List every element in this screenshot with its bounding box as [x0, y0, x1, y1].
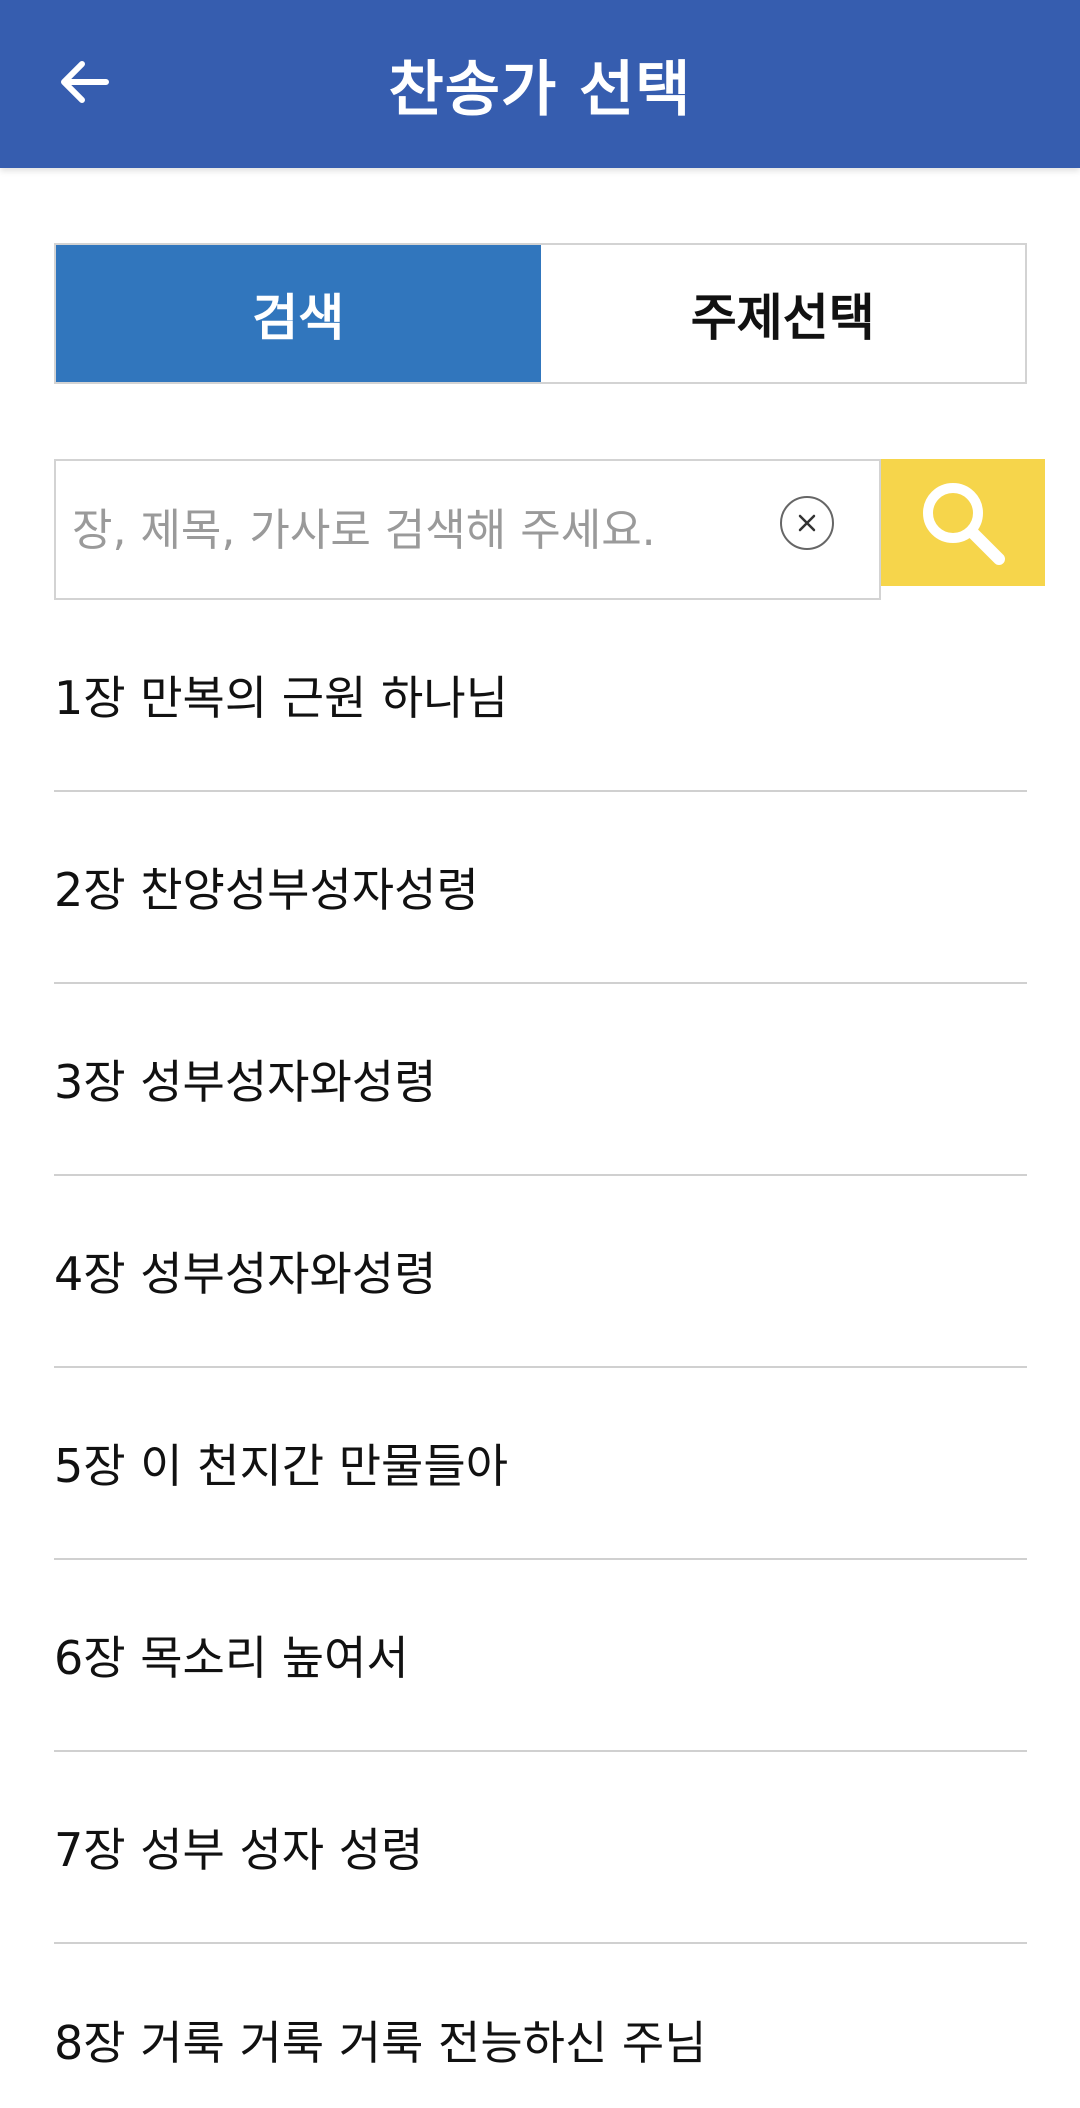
search-box — [54, 459, 881, 600]
tab-bar: 검색 주제선택 — [54, 243, 1027, 384]
hymn-title: 5장 이 천지간 만물들아 — [54, 1439, 509, 1493]
list-item[interactable]: 3장 성부성자와성령 — [54, 984, 1027, 1176]
list-item[interactable]: 1장 만복의 근원 하나님 — [54, 600, 1027, 792]
list-item[interactable]: 7장 성부 성자 성령 — [54, 1752, 1027, 1944]
list-item[interactable]: 6장 목소리 높여서 — [54, 1560, 1027, 1752]
search-button[interactable] — [881, 459, 1045, 586]
arrow-left-icon — [61, 61, 109, 103]
hymn-list: 1장 만복의 근원 하나님 2장 찬양성부성자성령 3장 성부성자와성령 4장 … — [54, 600, 1027, 2108]
hymn-title: 6장 목소리 높여서 — [54, 1631, 409, 1685]
hymn-title: 4장 성부성자와성령 — [54, 1247, 437, 1301]
list-item[interactable]: 5장 이 천지간 만물들아 — [54, 1368, 1027, 1560]
list-item[interactable]: 8장 거룩 거룩 거룩 전능하신 주님 — [54, 1944, 1027, 2108]
back-button[interactable] — [50, 48, 118, 116]
tab-search[interactable]: 검색 — [56, 245, 541, 382]
search-icon — [923, 482, 1005, 565]
clear-search-button[interactable] — [780, 496, 834, 550]
app-header: 찬송가 선택 — [0, 0, 1080, 168]
page-title: 찬송가 선택 — [388, 54, 692, 125]
close-icon — [798, 514, 816, 532]
search-input[interactable] — [70, 461, 774, 600]
hymn-title: 7장 성부 성자 성령 — [54, 1823, 424, 1877]
hymn-select-screen: 찬송가 선택 검색 주제선택 1장 만복의 근원 하나님 2장 찬양성부성자성령… — [0, 0, 1080, 2108]
tab-topic-select[interactable]: 주제선택 — [541, 245, 1026, 382]
hymn-title: 2장 찬양성부성자성령 — [54, 863, 479, 917]
hymn-title: 1장 만복의 근원 하나님 — [54, 671, 509, 725]
list-item[interactable]: 4장 성부성자와성령 — [54, 1176, 1027, 1368]
list-item[interactable]: 2장 찬양성부성자성령 — [54, 792, 1027, 984]
hymn-title: 3장 성부성자와성령 — [54, 1055, 437, 1109]
hymn-title: 8장 거룩 거룩 거룩 전능하신 주님 — [54, 2016, 707, 2070]
